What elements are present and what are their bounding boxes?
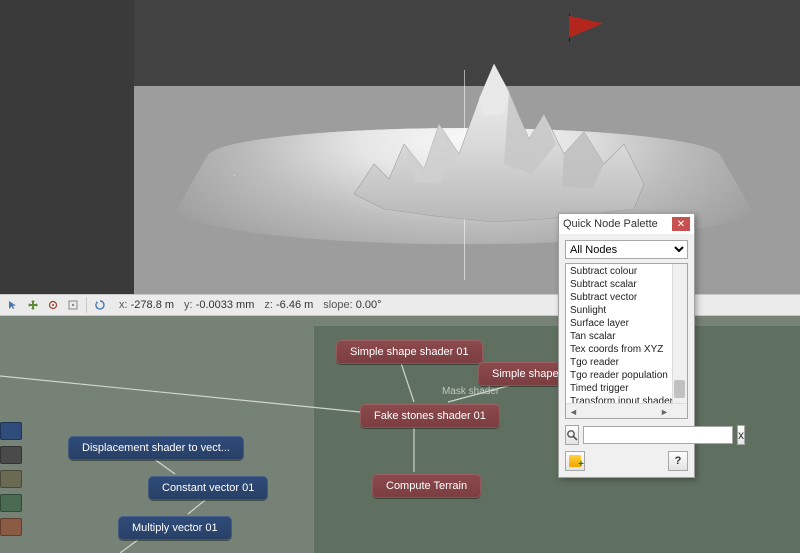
close-icon[interactable]: ✕ [672, 217, 690, 231]
node-label: Constant vector 01 [162, 482, 254, 494]
search-icon-button[interactable] [565, 425, 579, 445]
node-label: Fake stones shader 01 [374, 410, 486, 422]
node-constant-vector[interactable]: Constant vector 01 [148, 476, 268, 500]
palette-item[interactable]: Tgo reader population [566, 369, 687, 382]
coord-x: x: -278.8 m [119, 299, 174, 311]
palette-item[interactable]: Subtract colour [566, 265, 687, 278]
node-simple-shape-shader-1[interactable]: Simple shape shader 01 [336, 340, 483, 364]
clear-search-button[interactable]: x [737, 425, 745, 445]
category-swatch-olive[interactable] [0, 470, 22, 488]
category-swatch-brown[interactable] [0, 518, 22, 536]
3d-viewport[interactable] [134, 0, 800, 294]
tool-refresh-icon[interactable] [91, 297, 109, 313]
add-icon [569, 455, 581, 467]
category-swatch-grey[interactable] [0, 446, 22, 464]
scroll-left-icon[interactable]: ◄ [566, 404, 581, 419]
search-input[interactable] [583, 426, 733, 444]
category-swatch-blue[interactable] [0, 422, 22, 440]
coord-z: z: -6.46 m [264, 299, 313, 311]
palette-item[interactable]: Tan scalar [566, 330, 687, 343]
separator [86, 297, 87, 313]
node-fake-stones-shader[interactable]: Fake stones shader 01 [360, 404, 500, 428]
node-displacement-to-vector[interactable]: Displacement shader to vect... [68, 436, 244, 460]
palette-item[interactable]: Subtract vector [566, 291, 687, 304]
node-label: Displacement shader to vect... [82, 442, 230, 454]
terrain-mesh [344, 44, 654, 224]
node-label: Simple shape shader 01 [350, 346, 469, 358]
palette-item[interactable]: Tgo reader [566, 356, 687, 369]
mask-shader-label: Mask shader [442, 386, 499, 397]
tool-move-icon[interactable] [24, 297, 42, 313]
help-button[interactable]: ? [668, 451, 688, 471]
palette-item[interactable]: Surface layer [566, 317, 687, 330]
summit-flag [569, 14, 570, 42]
tool-pointer-icon[interactable] [4, 297, 22, 313]
tool-target-icon[interactable] [44, 297, 62, 313]
scrollbar-vertical[interactable] [672, 264, 687, 403]
node-label: Multiply vector 01 [132, 522, 218, 534]
palette-node-list[interactable]: Subtract colourSubtract scalarSubtract v… [565, 263, 688, 419]
palette-filter-select[interactable]: All Nodes [565, 240, 688, 259]
palette-title: Quick Node Palette [563, 218, 672, 230]
left-dark-panel [0, 0, 134, 294]
palette-item[interactable]: Sunlight [566, 304, 687, 317]
node-label: Compute Terrain [386, 480, 467, 492]
scrollbar-thumb[interactable] [674, 380, 685, 398]
slope: slope: 0.00° [323, 299, 381, 311]
palette-item[interactable]: Subtract scalar [566, 278, 687, 291]
node-compute-terrain[interactable]: Compute Terrain [372, 474, 481, 498]
coord-y: y: -0.0033 mm [184, 299, 254, 311]
tool-anchor-icon[interactable] [64, 297, 82, 313]
palette-titlebar[interactable]: Quick Node Palette ✕ [559, 214, 694, 234]
category-swatch-green[interactable] [0, 494, 22, 512]
node-multiply-vector[interactable]: Multiply vector 01 [118, 516, 232, 540]
add-node-button[interactable] [565, 451, 585, 471]
palette-item[interactable]: Timed trigger [566, 382, 687, 395]
scroll-right-icon[interactable]: ► [657, 404, 672, 419]
palette-item[interactable]: Tex coords from XYZ [566, 343, 687, 356]
scrollbar-horizontal[interactable]: ◄ ► [566, 403, 687, 418]
quick-node-palette-window[interactable]: Quick Node Palette ✕ All Nodes Subtract … [558, 213, 695, 478]
